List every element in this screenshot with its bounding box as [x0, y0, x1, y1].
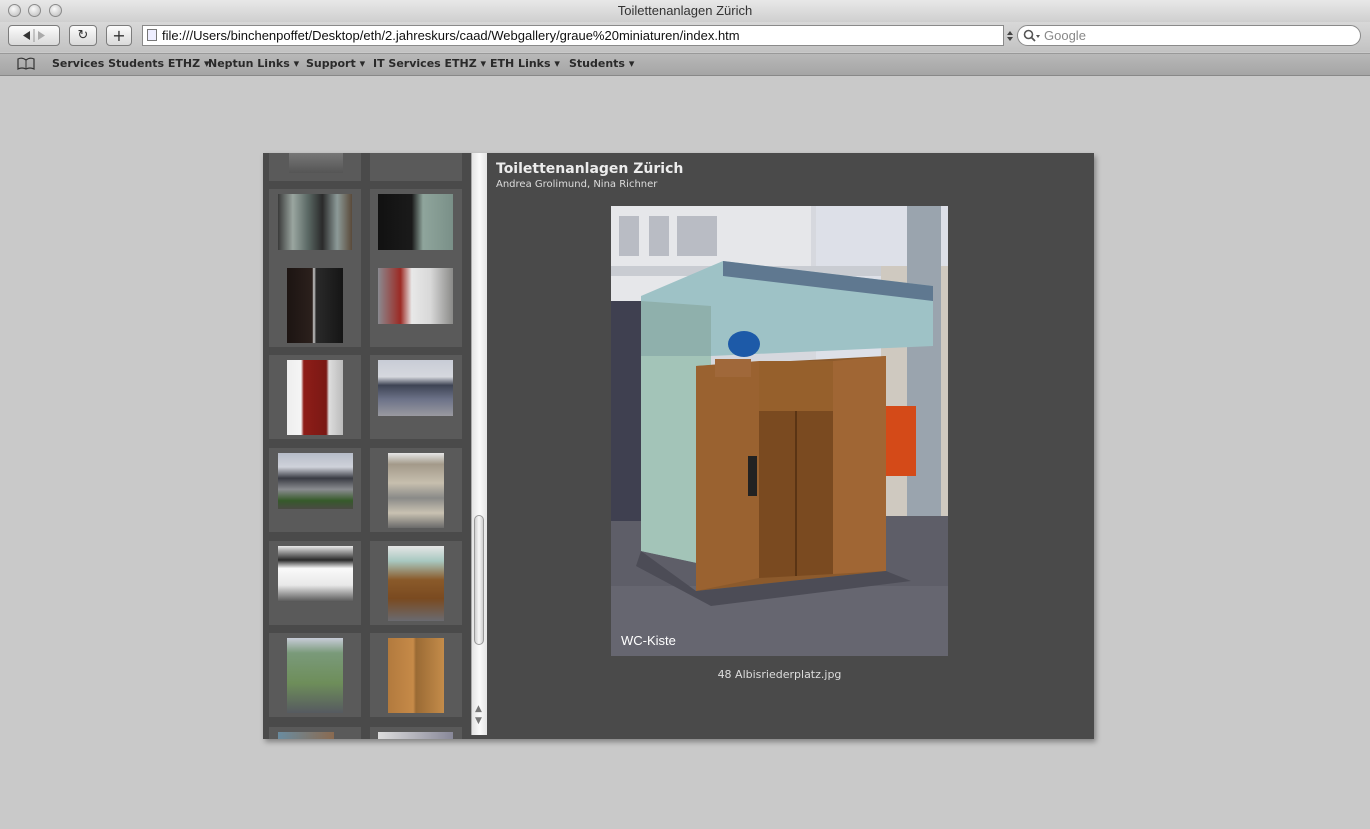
scroll-arrows-icon[interactable]: ▲ ▼ [475, 703, 482, 727]
thumbnail-cell[interactable] [269, 541, 361, 625]
thumbnail-image[interactable] [287, 268, 343, 343]
add-bookmark-button[interactable]: + [106, 25, 132, 46]
back-forward-buttons[interactable] [8, 25, 60, 46]
thumbnail-cell[interactable] [269, 153, 361, 181]
thumbnail-image[interactable] [378, 360, 453, 416]
thumbnail-list[interactable] [263, 153, 471, 739]
gallery-panel: ▲ ▼ Toilettenanlagen Zürich Andrea Grolim… [263, 153, 1094, 739]
thumbnail-image[interactable] [378, 194, 453, 250]
image-filename: 48 Albisriederplatz.jpg [717, 668, 842, 681]
thumbnail-image[interactable] [378, 732, 453, 739]
bookmark-eth-links[interactable]: ETH Links ▾ [490, 57, 560, 70]
thumbnail-image[interactable] [287, 360, 343, 435]
thumbnail-image[interactable] [388, 546, 444, 621]
thumbnail-image[interactable] [278, 732, 334, 739]
window-title: Toilettenanlagen Zürich [617, 3, 753, 18]
thumbnail-cell[interactable] [370, 263, 462, 347]
thumbnail-image[interactable] [378, 268, 453, 324]
bookmark-support[interactable]: Support ▾ [306, 57, 365, 70]
reload-icon: ↻ [77, 28, 89, 43]
search-field[interactable]: Google [1017, 25, 1361, 46]
back-forward-icon [23, 29, 45, 42]
window-titlebar: Toilettenanlagen Zürich [0, 0, 1370, 23]
thumbnail-cell[interactable] [370, 727, 462, 739]
thumbnail-cell[interactable] [269, 633, 361, 717]
bookmark-services-students-ethz[interactable]: Services Students ETHZ ▾ [52, 57, 209, 70]
thumbnail-image[interactable] [278, 453, 353, 509]
thumbnail-cell[interactable] [370, 541, 462, 625]
search-icon [1023, 29, 1040, 42]
thumbnail-cell[interactable] [370, 153, 462, 181]
browser-toolbar: ↻ + file:///Users/binchenpoffet/Desktop/… [0, 22, 1370, 52]
bookmark-neptun-links[interactable]: Neptun Links ▾ [208, 57, 299, 70]
thumbnail-image[interactable] [278, 194, 352, 250]
thumbnail-cell[interactable] [370, 448, 462, 532]
back-icon[interactable] [23, 31, 30, 40]
add-bookmark-icon: + [112, 26, 126, 45]
bookmark-students[interactable]: Students ▾ [569, 57, 634, 70]
thumbnail-cell[interactable] [269, 189, 361, 273]
thumbnail-cell[interactable] [370, 633, 462, 717]
main-photo: WC-Kiste [611, 206, 948, 656]
thumbnail-cell[interactable] [269, 727, 361, 739]
gallery-title: Toilettenanlagen Zürich [496, 161, 684, 177]
bookmarks-book-icon[interactable] [17, 57, 35, 70]
search-placeholder: Google [1044, 28, 1086, 43]
address-dropdown-icon[interactable] [1006, 30, 1014, 42]
thumbnail-cell[interactable] [370, 189, 462, 273]
scrollbar-knob[interactable] [474, 515, 484, 645]
address-bar[interactable]: file:///Users/binchenpoffet/Desktop/eth/… [142, 25, 1004, 46]
thumbnail-cell[interactable] [370, 355, 462, 439]
thumbnail-cell[interactable] [269, 355, 361, 439]
thumbnail-image[interactable] [388, 638, 444, 713]
address-url[interactable]: file:///Users/binchenpoffet/Desktop/eth/… [162, 26, 740, 45]
thumbnail-scrollbar[interactable]: ▲ ▼ [471, 153, 487, 735]
thumbnail-image[interactable] [287, 638, 343, 713]
thumbnail-cell[interactable] [269, 448, 361, 532]
reload-button[interactable]: ↻ [69, 25, 97, 46]
thumbnail-image[interactable] [278, 546, 353, 602]
thumbnail-cell[interactable] [269, 263, 361, 347]
thumbnail-image[interactable] [289, 153, 343, 173]
wc-kiste-photo-illustration [611, 206, 948, 656]
thumbnail-image[interactable] [388, 453, 444, 528]
image-caption: WC-Kiste [621, 633, 676, 648]
bookmarks-bar: Services Students ETHZ ▾ Neptun Links ▾ … [0, 53, 1370, 76]
file-icon [147, 29, 157, 41]
forward-icon[interactable] [38, 31, 45, 40]
bookmark-it-services-ethz[interactable]: IT Services ETHZ ▾ [373, 57, 486, 70]
gallery-authors: Andrea Grolimund, Nina Richner [496, 179, 658, 190]
